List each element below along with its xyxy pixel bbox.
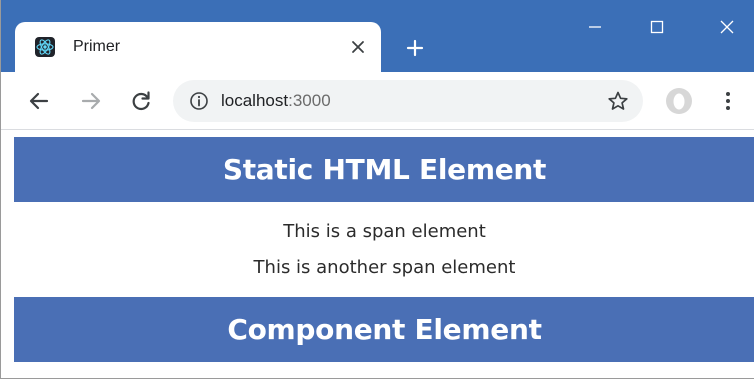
- browser-window: Primer localhost:3000 Static HTML Elemen…: [0, 0, 754, 379]
- static-html-heading: Static HTML Element: [14, 137, 754, 202]
- minimize-icon: [589, 26, 601, 28]
- url-text: localhost:3000: [221, 90, 331, 112]
- forward-button[interactable]: [77, 87, 105, 115]
- reload-button[interactable]: [127, 87, 155, 115]
- tab-primer[interactable]: Primer: [15, 22, 381, 72]
- minimize-button[interactable]: [575, 12, 615, 42]
- arrow-right-icon: [81, 92, 101, 110]
- span-element-text: This is a span element: [283, 221, 486, 242]
- kebab-menu-icon[interactable]: [721, 87, 735, 115]
- component-element-heading: Component Element: [14, 297, 754, 362]
- plus-icon: [406, 39, 424, 57]
- page-content: Static HTML Element This is a span eleme…: [9, 135, 754, 378]
- close-icon[interactable]: [345, 34, 371, 60]
- profile-avatar-icon[interactable]: [665, 87, 693, 115]
- url-host: localhost: [221, 91, 289, 110]
- info-icon[interactable]: [189, 91, 209, 111]
- address-bar[interactable]: localhost:3000: [173, 80, 643, 122]
- reload-icon: [132, 91, 150, 111]
- window-close-button[interactable]: [707, 12, 747, 42]
- new-tab-button[interactable]: [401, 34, 429, 62]
- star-icon[interactable]: [607, 90, 629, 112]
- react-logo-icon: [35, 37, 55, 57]
- maximize-icon: [650, 20, 664, 34]
- title-bar: Primer: [1, 0, 754, 72]
- browser-toolbar: localhost:3000: [1, 72, 754, 130]
- back-button[interactable]: [25, 87, 53, 115]
- tab-title: Primer: [73, 38, 121, 55]
- arrow-left-icon: [29, 92, 49, 110]
- close-icon: [720, 20, 734, 34]
- maximize-button[interactable]: [637, 12, 677, 42]
- url-port: :3000: [288, 91, 331, 110]
- another-span-element-text: This is another span element: [253, 257, 516, 278]
